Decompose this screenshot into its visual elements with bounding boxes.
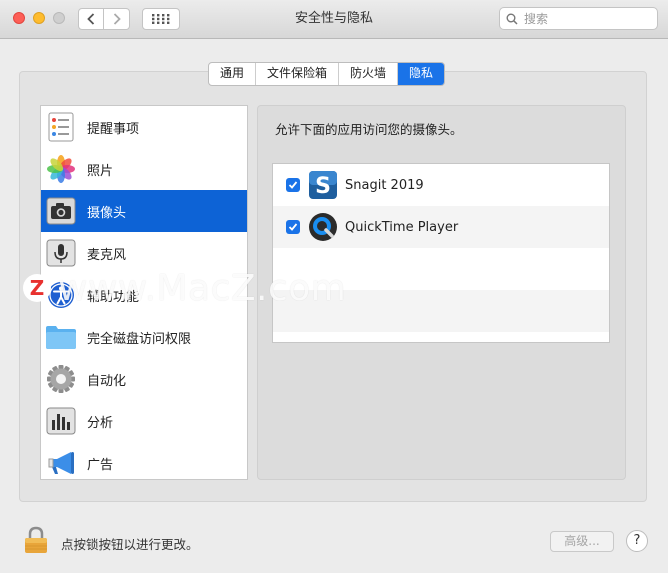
app-name: QuickTime Player — [345, 219, 459, 235]
sidebar-item-photos[interactable]: 照片 — [41, 148, 247, 190]
sidebar-item-label: 分析 — [87, 415, 114, 431]
gear-icon — [45, 363, 77, 395]
pane-description: 允许下面的应用访问您的摄像头。 — [275, 122, 463, 137]
sidebar-item-advertising[interactable]: 广告 — [41, 442, 247, 479]
svg-text:S: S — [315, 174, 331, 199]
megaphone-icon — [45, 447, 77, 479]
search-input[interactable] — [522, 10, 651, 27]
app-list: S Snagit 2019 QuickTime Player — [272, 163, 610, 343]
empty-row — [273, 290, 609, 332]
tab-firewall[interactable]: 防火墙 — [339, 63, 399, 85]
analytics-icon — [45, 405, 77, 437]
sidebar-item-automation[interactable]: 自动化 — [41, 358, 247, 400]
lock-icon[interactable] — [24, 526, 48, 558]
app-checkbox[interactable] — [286, 178, 300, 192]
window-title: 安全性与隐私 — [294, 11, 373, 26]
list-item[interactable]: S Snagit 2019 — [273, 164, 609, 206]
photos-icon — [45, 153, 77, 185]
sidebar-item-label: 照片 — [87, 163, 114, 179]
quicktime-icon — [307, 211, 339, 243]
minimize-window-button[interactable] — [33, 12, 45, 24]
chevron-left-icon — [87, 13, 95, 25]
checkmark-icon — [288, 223, 298, 231]
advanced-button[interactable]: 高级... — [550, 531, 614, 552]
checkmark-icon — [288, 181, 298, 189]
empty-row — [273, 248, 609, 290]
sidebar-item-label: 完全磁盘访问权限 — [87, 331, 192, 347]
camera-icon — [45, 195, 77, 227]
sidebar-item-label: 摄像头 — [87, 205, 127, 221]
accessibility-icon — [45, 279, 77, 311]
sidebar-item-label: 自动化 — [87, 373, 127, 389]
sidebar-item-microphone[interactable]: 麦克风 — [41, 232, 247, 274]
forward-button[interactable] — [104, 8, 130, 30]
list-item[interactable]: QuickTime Player — [273, 206, 609, 248]
sidebar-item-analytics[interactable]: 分析 — [41, 400, 247, 442]
tab-filevault[interactable]: 文件保险箱 — [256, 63, 340, 85]
chevron-right-icon — [113, 13, 121, 25]
snagit-icon: S — [307, 169, 339, 201]
show-all-button[interactable] — [142, 8, 180, 30]
search-icon — [506, 13, 518, 25]
sidebar-item-label: 麦克风 — [87, 247, 127, 263]
app-checkbox[interactable] — [286, 220, 300, 234]
back-button[interactable] — [78, 8, 104, 30]
tab-general[interactable]: 通用 — [209, 63, 257, 85]
privacy-category-list: 提醒事项 照片 摄像头 麦克风 辅助功能 完全磁盘访问权限 自动化 分析 广告 — [40, 105, 248, 480]
lock-hint-text: 点按锁按钮以进行更改。 — [61, 537, 199, 552]
sidebar-item-reminders[interactable]: 提醒事项 — [41, 106, 247, 148]
title-bar: 安全性与隐私 — [0, 0, 668, 39]
app-name: Snagit 2019 — [345, 177, 424, 193]
sidebar-item-label: 广告 — [87, 457, 114, 473]
tab-privacy[interactable]: 隐私 — [398, 63, 445, 85]
help-button[interactable]: ? — [626, 530, 648, 552]
zoom-window-button[interactable] — [53, 12, 65, 24]
tab-bar: 通用 文件保险箱 防火墙 隐私 — [208, 62, 446, 86]
sidebar-item-full-disk-access[interactable]: 完全磁盘访问权限 — [41, 316, 247, 358]
sidebar-item-label: 提醒事项 — [87, 121, 140, 137]
sidebar-item-label: 辅助功能 — [87, 289, 140, 305]
reminders-icon — [45, 111, 77, 143]
folder-icon — [45, 321, 77, 353]
close-window-button[interactable] — [13, 12, 25, 24]
sidebar-item-camera[interactable]: 摄像头 — [41, 190, 247, 232]
microphone-icon — [45, 237, 77, 269]
grid-icon — [152, 14, 170, 24]
search-field[interactable] — [499, 7, 658, 30]
sidebar-item-accessibility[interactable]: 辅助功能 — [41, 274, 247, 316]
